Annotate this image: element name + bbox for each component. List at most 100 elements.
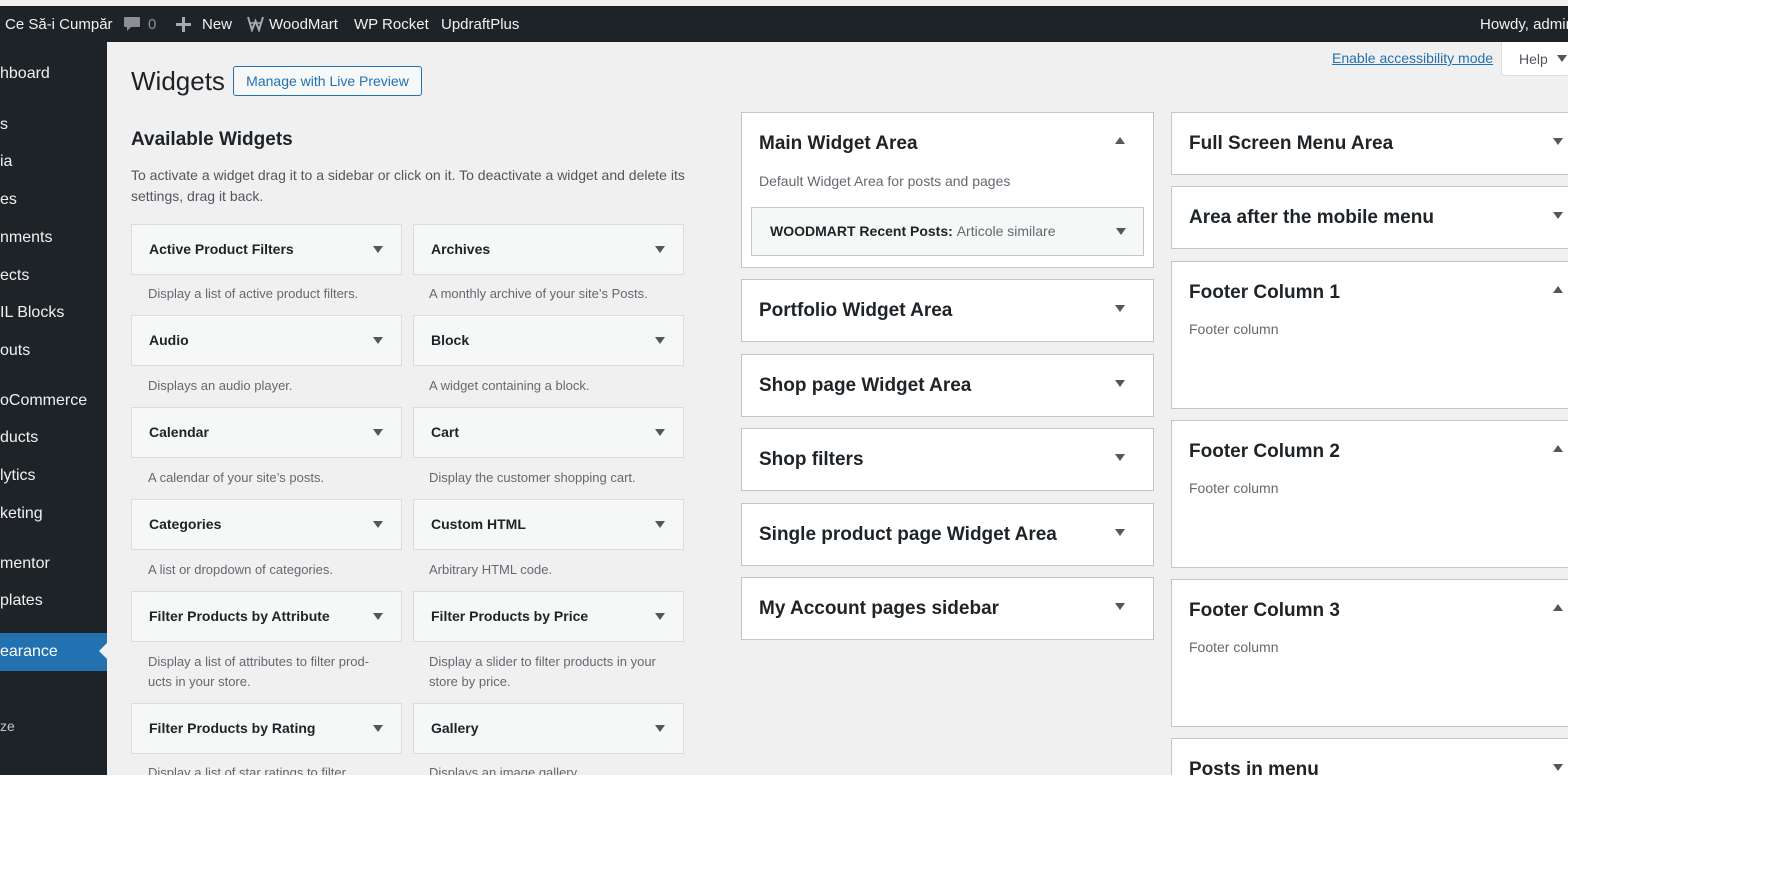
sidebar-area-my-account[interactable]: My Account pages sidebar	[741, 577, 1154, 640]
sidebar-area-posts-in-menu[interactable]: Posts in menu	[1171, 738, 1568, 775]
widget-cart[interactable]: Cart	[413, 407, 684, 458]
menu-item-appearance[interactable]: earance	[0, 633, 107, 671]
howdy-account-link[interactable]: Howdy, admin	[1480, 6, 1568, 42]
wp-rocket-link[interactable]: WP Rocket	[354, 6, 429, 42]
widget-filter-products-rating[interactable]: Filter Products by Rating	[131, 703, 402, 754]
menu-item-pages[interactable]: es	[0, 182, 107, 218]
menu-item-media[interactable]: ia	[0, 144, 107, 180]
widget-title: Custom HTML	[431, 516, 526, 532]
comments-icon[interactable]	[123, 16, 141, 33]
wp-admin-viewport: Ce Să-i Cumpăr 0 New WoodMart WP Rocket …	[0, 0, 1568, 775]
widget-description: Display a list of star ratings to filter	[148, 765, 346, 775]
chevron-down-icon[interactable]	[1115, 529, 1125, 536]
sidebar-area-portfolio[interactable]: Portfolio Widget Area	[741, 279, 1154, 342]
chevron-down-icon[interactable]	[1553, 764, 1563, 771]
menu-item-templates[interactable]: plates	[0, 583, 107, 619]
chevron-down-icon[interactable]	[1115, 305, 1125, 312]
chevron-down-icon[interactable]	[1553, 212, 1563, 219]
widget-filter-products-price[interactable]: Filter Products by Price	[413, 591, 684, 642]
menu-item-html-blocks[interactable]: IL Blocks	[0, 295, 107, 331]
chevron-up-icon[interactable]	[1553, 445, 1563, 452]
sidebar-area-description: Footer column	[1189, 321, 1279, 337]
site-name-link[interactable]: Ce Să-i Cumpăr	[5, 6, 113, 42]
widget-filter-products-attribute[interactable]: Filter Products by Attribute	[131, 591, 402, 642]
menu-item-layouts[interactable]: outs	[0, 333, 107, 369]
widget-title: Audio	[149, 332, 189, 348]
sidebar-area-main-widget[interactable]: Main Widget Area Default Widget Area for…	[741, 112, 1154, 268]
widget-active-product-filters[interactable]: Active Product Filters	[131, 224, 402, 275]
placed-widget-instance-title: Articole similare	[956, 223, 1056, 239]
chevron-down-icon[interactable]	[1553, 138, 1563, 145]
woodmart-icon[interactable]	[247, 15, 264, 32]
sidebar-area-footer-column-1[interactable]: Footer Column 1 Footer column	[1171, 261, 1568, 409]
new-content-link[interactable]: New	[202, 6, 232, 42]
placed-widget-name: WOODMART Recent Posts	[770, 223, 949, 239]
chevron-down-icon[interactable]	[1115, 603, 1125, 610]
widget-description: A list or dropdown of categories.	[148, 562, 333, 577]
chevron-down-icon	[1557, 55, 1567, 62]
sidebar-area-full-screen-menu[interactable]: Full Screen Menu Area	[1171, 112, 1568, 175]
widget-custom-html[interactable]: Custom HTML	[413, 499, 684, 550]
menu-item-products[interactable]: ducts	[0, 420, 107, 456]
plus-icon[interactable]	[176, 17, 191, 32]
menu-item-posts[interactable]: s	[0, 107, 107, 143]
comments-count[interactable]: 0	[148, 6, 156, 42]
placed-widget-title: WOODMART Recent Posts: Articole similare	[770, 208, 1056, 255]
menu-item-elementor[interactable]: mentor	[0, 546, 107, 582]
widget-gallery[interactable]: Gallery	[413, 703, 684, 754]
placed-widget-recent-posts[interactable]: WOODMART Recent Posts: Articole similare	[751, 207, 1144, 256]
sidebar-area-title: Main Widget Area	[759, 133, 918, 154]
sidebar-area-title: Footer Column 2	[1189, 441, 1340, 462]
sidebar-area-title: Area after the mobile menu	[1189, 207, 1434, 228]
menu-item-marketing[interactable]: keting	[0, 496, 107, 532]
sidebar-area-title: Shop filters	[759, 449, 864, 470]
chevron-up-icon[interactable]	[1553, 604, 1563, 611]
menu-item-label: IL Blocks	[0, 304, 65, 321]
menu-item-woocommerce[interactable]: oCommerce	[0, 383, 107, 419]
manage-live-preview-button[interactable]: Manage with Live Preview	[233, 66, 422, 96]
widget-block[interactable]: Block	[413, 315, 684, 366]
chevron-down-icon	[373, 613, 383, 620]
woodmart-link[interactable]: WoodMart	[269, 6, 338, 42]
menu-item-label: lytics	[0, 467, 36, 484]
menu-subitem-customize[interactable]: ze	[0, 708, 107, 744]
help-tab-button[interactable]: Help	[1501, 42, 1568, 76]
sidebar-area-shop-page[interactable]: Shop page Widget Area	[741, 354, 1154, 417]
widget-calendar[interactable]: Calendar	[131, 407, 402, 458]
widget-audio[interactable]: Audio	[131, 315, 402, 366]
widget-categories[interactable]: Categories	[131, 499, 402, 550]
sidebar-area-after-mobile-menu[interactable]: Area after the mobile menu	[1171, 186, 1568, 249]
sidebar-area-shop-filters[interactable]: Shop filters	[741, 428, 1154, 491]
widget-description: Display a slider to filter products in y…	[429, 654, 656, 689]
menu-item-label: ducts	[0, 429, 39, 446]
sidebar-area-footer-column-3[interactable]: Footer Column 3 Footer column	[1171, 579, 1568, 727]
chevron-down-icon[interactable]	[1115, 380, 1125, 387]
accessibility-mode-link[interactable]: Enable accessibility mode	[1332, 50, 1493, 66]
sidebar-area-footer-column-2[interactable]: Footer Column 2 Footer column	[1171, 420, 1568, 568]
chevron-down-icon	[373, 337, 383, 344]
placed-widget-separator: :	[948, 223, 957, 239]
chevron-down-icon	[655, 725, 665, 732]
menu-item-comments[interactable]: nments	[0, 220, 107, 256]
menu-item-dashboard[interactable]: hboard	[0, 56, 107, 92]
widget-title: Cart	[431, 424, 460, 440]
chevron-down-icon[interactable]	[1115, 454, 1125, 461]
chevron-up-icon[interactable]	[1553, 286, 1563, 293]
widget-archives[interactable]: Archives	[413, 224, 684, 275]
widget-title: Archives	[431, 241, 491, 257]
sidebar-area-single-product[interactable]: Single product page Widget Area	[741, 503, 1154, 566]
chevron-down-icon	[655, 337, 665, 344]
widget-description: A widget containing a block.	[429, 378, 590, 393]
widget-title: Filter Products by Rating	[149, 720, 316, 736]
menu-item-projects[interactable]: ects	[0, 258, 107, 294]
sidebar-area-description: Footer column	[1189, 480, 1279, 496]
available-widgets-heading: Available Widgets	[131, 129, 293, 150]
chevron-down-icon	[655, 613, 665, 620]
widget-description: Display a list of active product filters…	[148, 286, 359, 301]
chevron-up-icon[interactable]	[1115, 137, 1125, 144]
sidebar-area-title: Footer Column 1	[1189, 282, 1340, 303]
widget-title: Block	[431, 332, 470, 348]
menu-item-analytics[interactable]: lytics	[0, 458, 107, 494]
updraftplus-link[interactable]: UpdraftPlus	[441, 6, 519, 42]
widget-description: A monthly archive of your site’s Posts.	[429, 286, 648, 301]
